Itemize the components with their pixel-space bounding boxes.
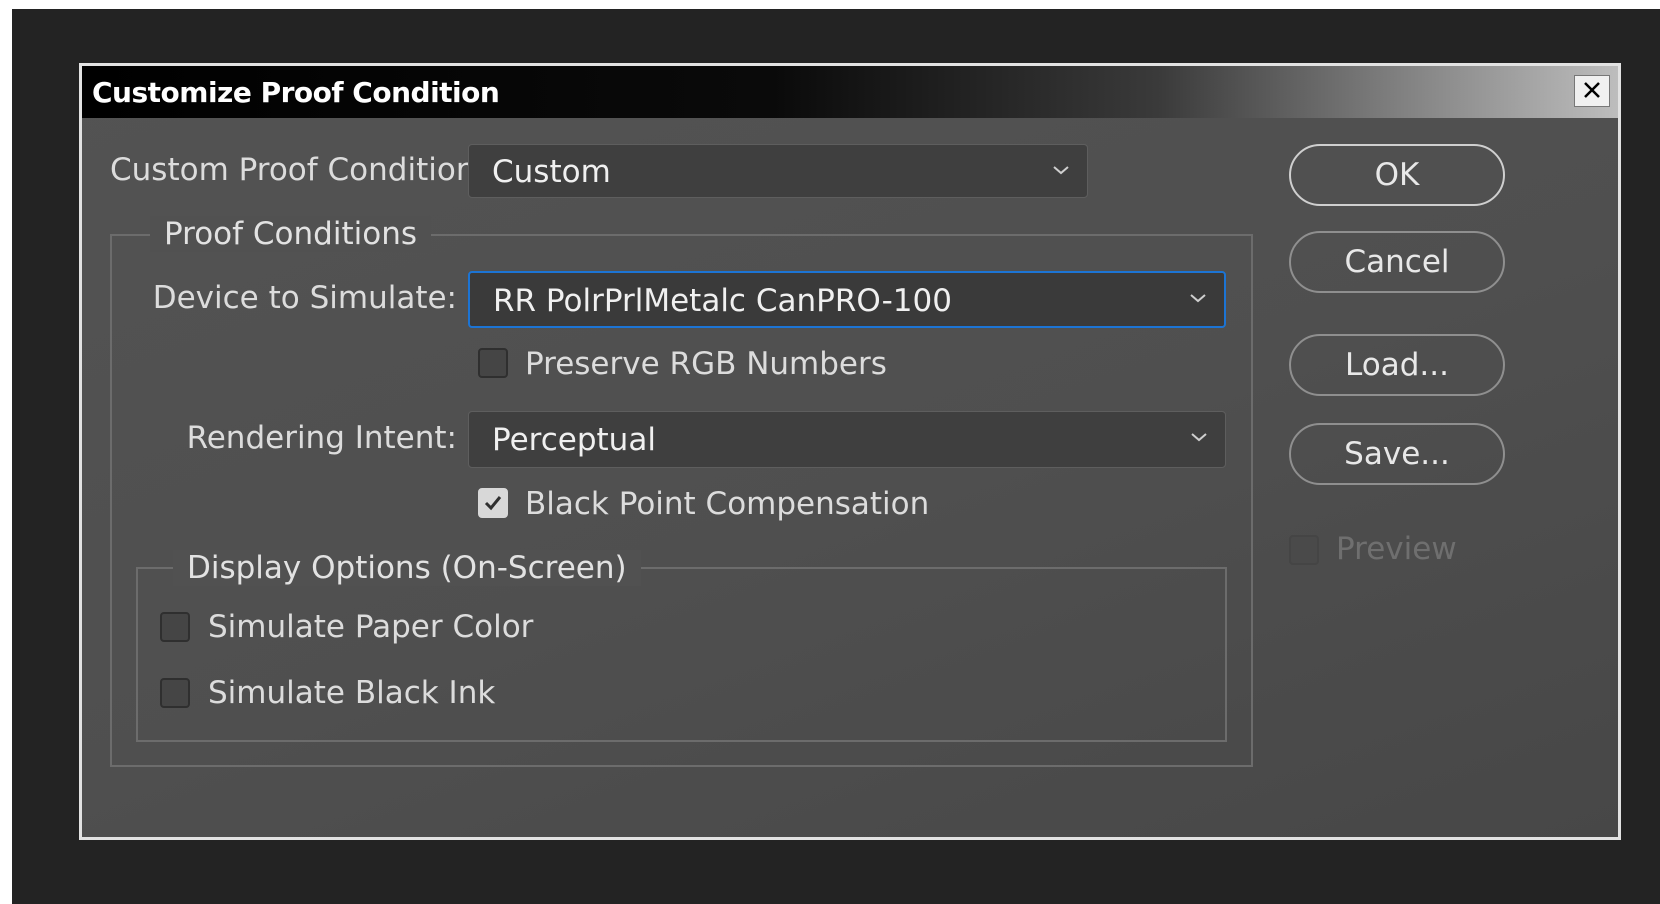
simulate-black-ink-label: Simulate Black Ink (208, 675, 496, 711)
device-to-simulate-value: RR PolrPrlMetalc CanPRO-100 (493, 283, 952, 319)
black-point-compensation-checkbox[interactable] (478, 488, 508, 518)
custom-proof-condition-label: Custom Proof Condition: (110, 152, 486, 188)
simulate-black-ink-checkbox[interactable] (160, 678, 190, 708)
close-button[interactable] (1574, 75, 1610, 107)
dialog-title: Customize Proof Condition (92, 76, 500, 109)
preserve-rgb-checkbox[interactable] (478, 348, 508, 378)
custom-proof-condition-select[interactable]: Custom (468, 144, 1088, 198)
simulate-paper-color-label: Simulate Paper Color (208, 609, 534, 645)
preview-label: Preview (1336, 531, 1457, 567)
black-point-compensation-label: Black Point Compensation (525, 486, 930, 522)
rendering-intent-value: Perceptual (492, 422, 656, 458)
chevron-down-icon (1187, 425, 1211, 449)
chevron-down-icon (1186, 286, 1210, 310)
preview-checkbox[interactable] (1289, 535, 1319, 565)
display-options-legend: Display Options (On-Screen) (173, 550, 641, 586)
chevron-down-icon (1049, 158, 1073, 182)
cancel-button[interactable]: Cancel (1289, 231, 1505, 293)
custom-proof-condition-value: Custom (492, 154, 611, 190)
save-button[interactable]: Save... (1289, 423, 1505, 485)
preserve-rgb-label: Preserve RGB Numbers (525, 346, 887, 382)
proof-conditions-legend: Proof Conditions (150, 216, 431, 252)
customize-proof-condition-dialog: Customize Proof Condition Custom Proof C… (79, 63, 1621, 840)
device-to-simulate-select[interactable]: RR PolrPrlMetalc CanPRO-100 (468, 271, 1226, 328)
rendering-intent-select[interactable]: Perceptual (468, 411, 1226, 468)
title-bar[interactable]: Customize Proof Condition (82, 66, 1618, 118)
display-options-group (136, 567, 1227, 742)
close-icon (1582, 77, 1602, 105)
load-button[interactable]: Load... (1289, 334, 1505, 396)
ok-button[interactable]: OK (1289, 144, 1505, 206)
simulate-paper-color-checkbox[interactable] (160, 612, 190, 642)
device-to-simulate-label: Device to Simulate: (152, 280, 457, 316)
rendering-intent-label: Rendering Intent: (186, 420, 457, 456)
